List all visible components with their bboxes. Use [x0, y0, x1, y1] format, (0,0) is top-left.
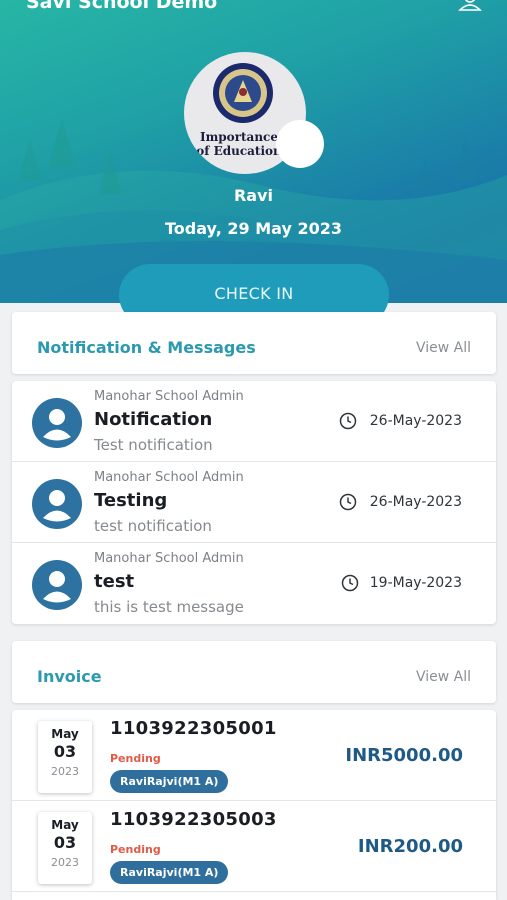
notifications-list: Manohar School Admin Notification Test n… — [12, 381, 496, 624]
list-item[interactable]: Manohar School Admin test this is test m… — [12, 543, 496, 624]
message-sender: Manohar School Admin — [94, 389, 244, 404]
invoice-amount: INR200.00 — [357, 836, 463, 857]
user-avatar-icon — [32, 560, 82, 610]
profile-header: Savi School Demo Importance of Education … — [0, 0, 507, 303]
invoice-date-calendar: May 03 2023 — [38, 812, 92, 884]
message-body: test notification — [94, 517, 212, 535]
message-title: Testing — [94, 490, 168, 511]
message-title: test — [94, 571, 135, 592]
today-date: Today, 29 May 2023 — [165, 219, 342, 238]
clock-icon — [341, 574, 359, 592]
notifications-view-all-link[interactable]: View All — [416, 340, 471, 356]
message-date: 26-May-2023 — [369, 413, 462, 429]
invoice-amount: INR5000.00 — [345, 745, 463, 766]
invoice-day: 03 — [53, 833, 77, 852]
table-row[interactable]: May 03 2023 1103922305001 Pending RaviRa… — [12, 710, 496, 801]
student-badge: RaviRajvi(M1 A) — [110, 770, 229, 793]
invoice-list: May 03 2023 1103922305001 Pending RaviRa… — [12, 710, 496, 900]
list-item[interactable]: Manohar School Admin Notification Test n… — [12, 381, 496, 462]
invoice-month: May — [51, 818, 79, 832]
table-row[interactable]: May 03 2023 1103922305003 Pending RaviRa… — [12, 801, 496, 892]
message-date: 19-May-2023 — [369, 575, 462, 591]
student-badge: RaviRajvi(M1 A) — [110, 861, 229, 884]
notifications-title: Notification & Messages — [37, 338, 256, 357]
notifications-section-header: Notification & Messages View All — [12, 312, 496, 374]
school-seal-icon — [213, 63, 273, 123]
user-icon[interactable] — [457, 0, 483, 12]
user-avatar-icon — [32, 398, 82, 448]
message-title: Notification — [94, 409, 213, 430]
invoice-number: 1103922305003 — [110, 809, 277, 830]
invoice-number: 1103922305001 — [110, 718, 277, 739]
message-body: Test notification — [94, 436, 213, 454]
invoice-day: 03 — [53, 742, 77, 761]
clock-icon — [339, 412, 357, 430]
invoice-section-header: Invoice View All — [12, 641, 496, 703]
message-date: 26-May-2023 — [369, 494, 462, 510]
invoice-title: Invoice — [37, 667, 102, 686]
app-title: Savi School Demo — [26, 0, 218, 13]
user-avatar-icon — [32, 479, 82, 529]
avatar-edit-button[interactable] — [276, 120, 324, 168]
clock-icon — [339, 493, 357, 511]
message-sender: Manohar School Admin — [94, 551, 244, 566]
message-sender: Manohar School Admin — [94, 470, 244, 485]
invoice-year: 2023 — [51, 765, 79, 778]
invoice-status: Pending — [110, 752, 161, 765]
user-name: Ravi — [233, 186, 274, 205]
invoice-year: 2023 — [51, 856, 79, 869]
message-body: this is test message — [94, 598, 244, 616]
invoice-status: Pending — [110, 843, 161, 856]
invoice-view-all-link[interactable]: View All — [416, 669, 471, 685]
invoice-date-calendar: May 03 2023 — [38, 721, 92, 793]
invoice-month: May — [51, 727, 79, 741]
list-item[interactable]: Manohar School Admin Testing test notifi… — [12, 462, 496, 543]
